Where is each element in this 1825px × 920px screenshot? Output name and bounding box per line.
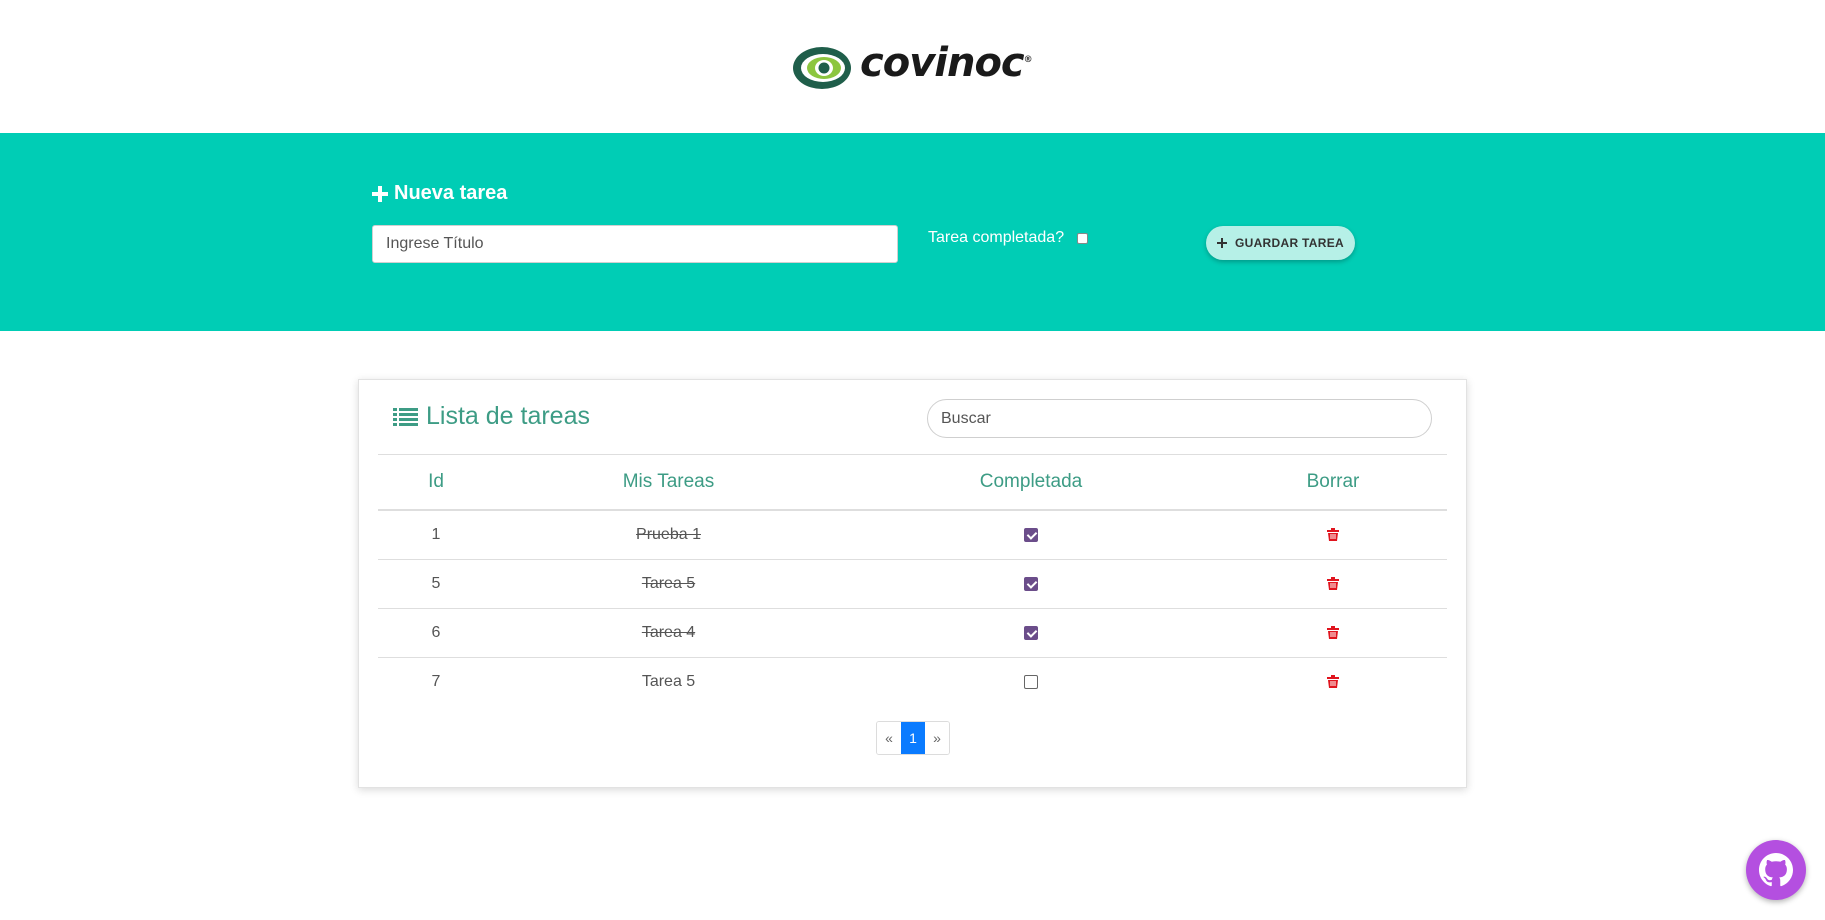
task-title-input[interactable] [372,225,898,263]
covinoc-logo: covinoc® [792,40,1033,92]
eye-logo-icon [793,47,851,89]
task-title-text: Tarea 4 [641,624,696,641]
task-completed-label: Tarea completada? [928,229,1065,246]
table-row: 6 Tarea 4 [378,608,1447,658]
pagination: « 1 » [876,721,950,755]
table-row: 7 Tarea 5 [378,658,1447,707]
list-icon [393,407,418,426]
task-title-text: Tarea 5 [641,673,696,690]
completed-checkbox[interactable] [1024,527,1038,542]
new-task-panel [0,133,1825,331]
task-title: Tarea 5 [494,559,843,609]
column-header-completed[interactable]: Completada [843,454,1219,511]
github-icon [1759,853,1793,887]
task-title: Prueba 1 [494,510,843,560]
delete-cell [1219,658,1447,707]
site-header: covinoc® [0,0,1825,133]
completed-checkbox[interactable] [1024,625,1038,640]
delete-cell [1219,559,1447,609]
plus-icon [372,185,388,202]
table-row: 5 Tarea 5 [378,559,1447,609]
delete-cell [1219,510,1447,560]
task-completed-checkbox[interactable] [1077,233,1088,244]
trash-icon[interactable] [1327,577,1339,591]
table-row: 1 Prueba 1 [378,510,1447,560]
column-header-id[interactable]: Id [378,454,494,511]
save-task-button[interactable]: GUARDAR TAREA [1206,226,1355,260]
trash-icon[interactable] [1327,626,1339,640]
pagination-page[interactable]: 1 [901,722,925,754]
task-completed-cell [843,658,1219,707]
logo-wordmark-text: covinoc [860,39,1025,86]
trash-icon[interactable] [1327,675,1339,689]
github-fab-button[interactable] [1746,840,1806,900]
task-title-text: Tarea 5 [641,575,696,592]
task-id: 1 [378,510,494,560]
task-list-heading-text: Lista de tareas [426,402,590,430]
task-completed-cell [843,510,1219,560]
task-title: Tarea 4 [494,608,843,658]
column-header-task[interactable]: Mis Tareas [494,454,843,511]
task-id: 5 [378,559,494,609]
task-id: 6 [378,608,494,658]
task-id: 7 [431,673,441,690]
task-table: Id Mis Tareas Completada Borrar 1 Prueba… [378,454,1447,706]
task-title-text: Prueba 1 [636,526,701,543]
task-title: Tarea 5 [494,658,843,707]
completed-checkbox[interactable] [1024,576,1038,591]
column-header-delete: Borrar [1219,454,1447,511]
pagination-prev[interactable]: « [877,722,901,754]
pagination-next[interactable]: » [925,722,949,754]
delete-cell [1219,608,1447,658]
task-completed-cell [843,559,1219,609]
task-completed-cell [843,608,1219,658]
search-input[interactable] [927,399,1432,438]
trash-icon[interactable] [1327,528,1339,542]
new-task-heading: Nueva tarea [372,182,507,205]
completed-checkbox[interactable] [1024,674,1038,689]
logo-wordmark: covinoc® [860,39,1033,98]
save-task-label: GUARDAR TAREA [1234,236,1344,250]
registered-mark: ® [1023,54,1033,65]
plus-icon [1216,238,1227,248]
task-list-heading: Lista de tareas [393,402,590,431]
table-header-row: Id Mis Tareas Completada Borrar [378,454,1447,511]
new-task-heading-text: Nueva tarea [394,182,508,204]
